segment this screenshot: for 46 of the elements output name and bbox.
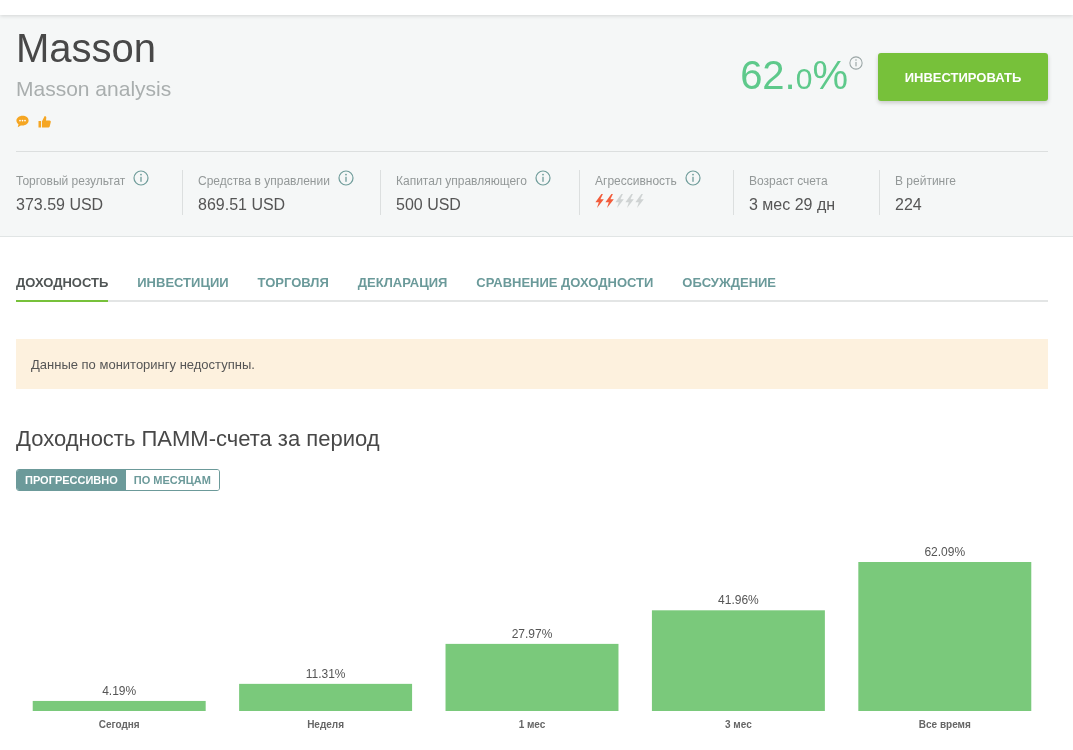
bar-value-label: 11.31%	[305, 666, 346, 681]
stat-label: В рейтинге	[895, 173, 956, 189]
lightning-icon	[615, 194, 624, 208]
tab[interactable]: ОБСУЖДЕНИЕ	[682, 274, 777, 302]
category-label: 3 мес	[725, 719, 752, 730]
lightning-icon	[635, 194, 644, 208]
bar-value-label: 4.19%	[102, 683, 137, 698]
tab[interactable]: СРАВНЕНИЕ ДОХОДНОСТИ	[476, 274, 654, 302]
stat-value: 373.59 USD	[16, 195, 104, 215]
tab[interactable]: ДОХОДНОСТЬ	[16, 274, 109, 302]
bar-value-label: 27.97%	[511, 626, 553, 641]
yield-value: 62.0%	[740, 52, 848, 99]
info-icon[interactable]	[337, 170, 354, 186]
notice-text: Данные по мониторингу недоступны.	[31, 356, 255, 372]
speech-bubble-icon	[16, 115, 29, 128]
toggle-option[interactable]: ПРОГРЕССИВНО	[17, 470, 126, 490]
info-icon[interactable]	[684, 170, 701, 186]
account-title: Masson	[16, 25, 157, 71]
stat-label: Агрессивность	[595, 173, 677, 189]
info-icon[interactable]	[534, 170, 551, 186]
tab[interactable]: ИНВЕСТИЦИИ	[137, 274, 229, 302]
info-icon[interactable]	[133, 170, 150, 186]
section-heading: Доходность ПАММ-счета за период	[16, 426, 380, 452]
bar-value-label: 41.96%	[718, 593, 759, 608]
category-label: 1 мес	[518, 719, 546, 730]
lightning-icon	[595, 194, 604, 208]
stat-value: 869.51 USD	[198, 195, 286, 215]
category-label: Все время	[918, 719, 971, 730]
stat-value: 500 USD	[396, 195, 461, 215]
account-subtitle: Masson analysis	[16, 76, 172, 102]
stat-label: Капитал управляющего	[396, 173, 527, 189]
category-label: Сегодня	[98, 719, 140, 730]
category-label: Неделя	[307, 719, 345, 730]
tab[interactable]: ТОРГОВЛЯ	[257, 274, 329, 302]
stat-value: 3 мес 29 дн	[749, 195, 836, 215]
stat-label: Средства в управлении	[198, 173, 330, 189]
invest-button[interactable]: ИНВЕСТИРОВАТЬ	[878, 53, 1048, 101]
thumbs-up-icon	[38, 115, 51, 128]
stat-label: Торговый результат	[16, 173, 126, 189]
lightning-icon	[625, 194, 634, 208]
tab[interactable]: ДЕКЛАРАЦИЯ	[357, 274, 448, 302]
info-icon[interactable]	[849, 56, 863, 70]
stat-value: 224	[895, 195, 922, 215]
stat-label: Возраст счета	[749, 173, 828, 189]
bar-value-label: 62.09%	[924, 545, 966, 559]
lightning-icon	[605, 194, 614, 208]
